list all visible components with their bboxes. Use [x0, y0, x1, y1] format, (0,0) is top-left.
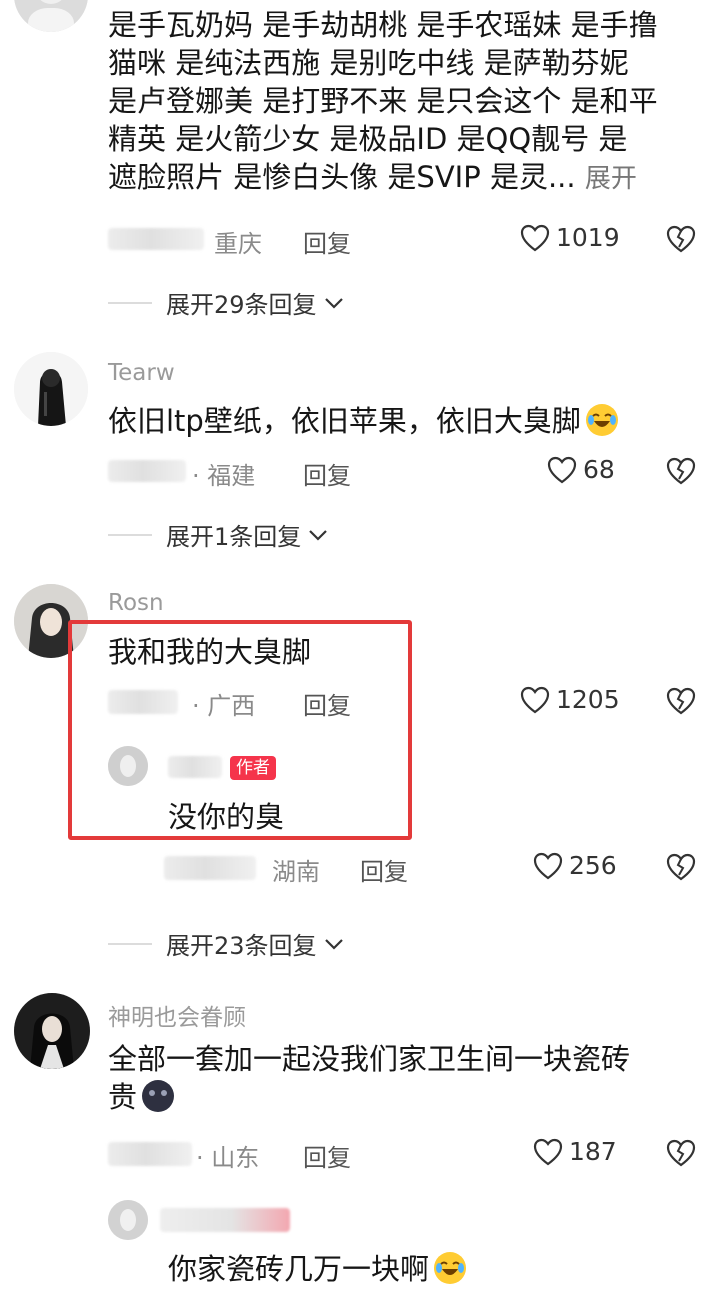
broken-heart-icon: [666, 225, 696, 253]
dislike-button[interactable]: [666, 687, 696, 719]
divider-line: [108, 301, 152, 304]
reply-text: 你家瓷砖几万一块啊: [168, 1250, 467, 1288]
avatar[interactable]: [14, 0, 88, 32]
blurred-timestamp: [108, 228, 204, 250]
expand-replies-label: 展开29条回复: [166, 291, 317, 319]
like-button[interactable]: 68: [547, 455, 615, 484]
like-button[interactable]: 187: [533, 1137, 617, 1166]
comment-text-line: 是手瓦奶妈 是手劫胡桃 是手农瑶妹 是手撸: [108, 8, 658, 42]
emoji-graphic: [142, 1080, 175, 1112]
username[interactable]: 神明也会眷顾: [108, 998, 246, 1032]
broken-heart-icon: [666, 457, 696, 485]
expand-replies-label: 展开23条回复: [166, 932, 317, 960]
blurred-username: [168, 756, 222, 778]
comment-text-line: 贵: [108, 1078, 708, 1116]
heart-outline-icon: [533, 852, 563, 879]
like-button[interactable]: 1205: [520, 685, 620, 714]
expand-text-link[interactable]: 展开: [585, 164, 637, 194]
blurred-timestamp: [108, 460, 186, 482]
dislike-button[interactable]: [666, 853, 696, 885]
blurred-timestamp: [108, 690, 178, 714]
comment-text-line: 猫咪 是纯法西施 是别吃中线 是萨勒芬妮: [108, 46, 629, 80]
location-label: · 福建: [192, 462, 256, 490]
expand-replies-button[interactable]: 展开1条回复: [108, 517, 329, 552]
reply-button[interactable]: 回复: [303, 686, 351, 721]
dislike-button[interactable]: [666, 1139, 696, 1171]
heart-outline-icon: [520, 686, 550, 713]
emoji-graphic: [434, 1252, 467, 1284]
blurred-timestamp: [164, 856, 256, 880]
reply-text: 没你的臭: [168, 800, 285, 834]
reply-button[interactable]: 回复: [303, 224, 351, 259]
comment-text-line: 遮脸照片 是惨白头像 是SVIP 是灵... 展开: [108, 158, 708, 198]
comment-text-line: 全部一套加一起没我们家卫生间一块瓷砖: [108, 1042, 631, 1076]
comment-text: 全部一套加一起没我们家卫生间一块瓷砖 贵: [108, 1040, 708, 1116]
avatar-image: [14, 0, 88, 32]
like-count: 1205: [556, 685, 620, 714]
author-tag: 作者: [230, 756, 276, 780]
comment-text: 是手瓦奶妈 是手劫胡桃 是手农瑶妹 是手撸 猫咪 是纯法西施 是别吃中线 是萨勒…: [108, 6, 708, 198]
like-button[interactable]: 256: [533, 851, 617, 880]
heart-outline-icon: [533, 1138, 563, 1165]
like-count: 187: [569, 1137, 617, 1166]
dislike-button[interactable]: [666, 457, 696, 489]
broken-heart-icon: [666, 853, 696, 881]
emoji-graphic: [585, 404, 618, 436]
location-label: · 山东: [196, 1144, 260, 1172]
broken-heart-icon: [666, 687, 696, 715]
avatar[interactable]: [108, 1200, 148, 1240]
like-button[interactable]: 1019: [520, 223, 620, 252]
divider-line: [108, 942, 152, 945]
comment-text-line-content: 遮脸照片 是惨白头像 是SVIP 是灵...: [108, 160, 576, 194]
like-count: 1019: [556, 223, 620, 252]
expand-replies-label: 展开1条回复: [166, 523, 302, 551]
avatar[interactable]: [108, 746, 148, 786]
comment-text-line: 精英 是火箭少女 是极品ID 是QQ靓号 是: [108, 122, 628, 156]
chevron-down-icon: [324, 297, 343, 309]
location-label: 重庆: [214, 230, 262, 258]
heart-outline-icon: [520, 224, 550, 251]
comment-text-line: 是卢登娜美 是打野不来 是只会这个 是和平: [108, 84, 658, 118]
reply-button[interactable]: 回复: [360, 852, 408, 887]
avatar-image: [108, 1200, 148, 1240]
avatar-image: [14, 352, 88, 426]
comment-text-line-content: 贵: [108, 1080, 138, 1114]
divider-line: [108, 533, 152, 536]
heart-outline-icon: [547, 456, 577, 483]
avatar[interactable]: [14, 352, 88, 426]
reply-text-content: 你家瓷砖几万一块啊: [168, 1252, 430, 1286]
avatar[interactable]: [14, 993, 90, 1069]
location-label: · 广西: [192, 692, 256, 720]
broken-heart-icon: [666, 1139, 696, 1167]
dark-face-emoji: [141, 1079, 175, 1113]
chevron-down-icon: [324, 938, 343, 950]
expand-replies-button[interactable]: 展开29条回复: [108, 285, 345, 320]
comment-text-content: 依旧ltp壁纸，依旧苹果，依旧大臭脚: [108, 404, 581, 438]
username[interactable]: Rosn: [108, 590, 164, 616]
dislike-button[interactable]: [666, 225, 696, 257]
like-count: 68: [583, 455, 615, 484]
reply-button[interactable]: 回复: [303, 1138, 351, 1173]
tears-of-joy-emoji: [585, 403, 619, 437]
avatar-image: [108, 746, 148, 786]
chevron-down-icon: [309, 529, 328, 541]
comment-text: 我和我的大臭脚: [108, 635, 312, 669]
reply-button[interactable]: 回复: [303, 456, 351, 491]
expand-replies-button[interactable]: 展开23条回复: [108, 926, 345, 961]
location-label: 湖南: [272, 858, 320, 886]
tears-of-joy-emoji: [433, 1251, 467, 1285]
comment-text: 依旧ltp壁纸，依旧苹果，依旧大臭脚: [108, 402, 619, 440]
blurred-username: [160, 1208, 290, 1232]
avatar-image: [14, 993, 90, 1069]
username[interactable]: Tearw: [108, 360, 175, 386]
blurred-timestamp: [108, 1142, 192, 1166]
like-count: 256: [569, 851, 617, 880]
